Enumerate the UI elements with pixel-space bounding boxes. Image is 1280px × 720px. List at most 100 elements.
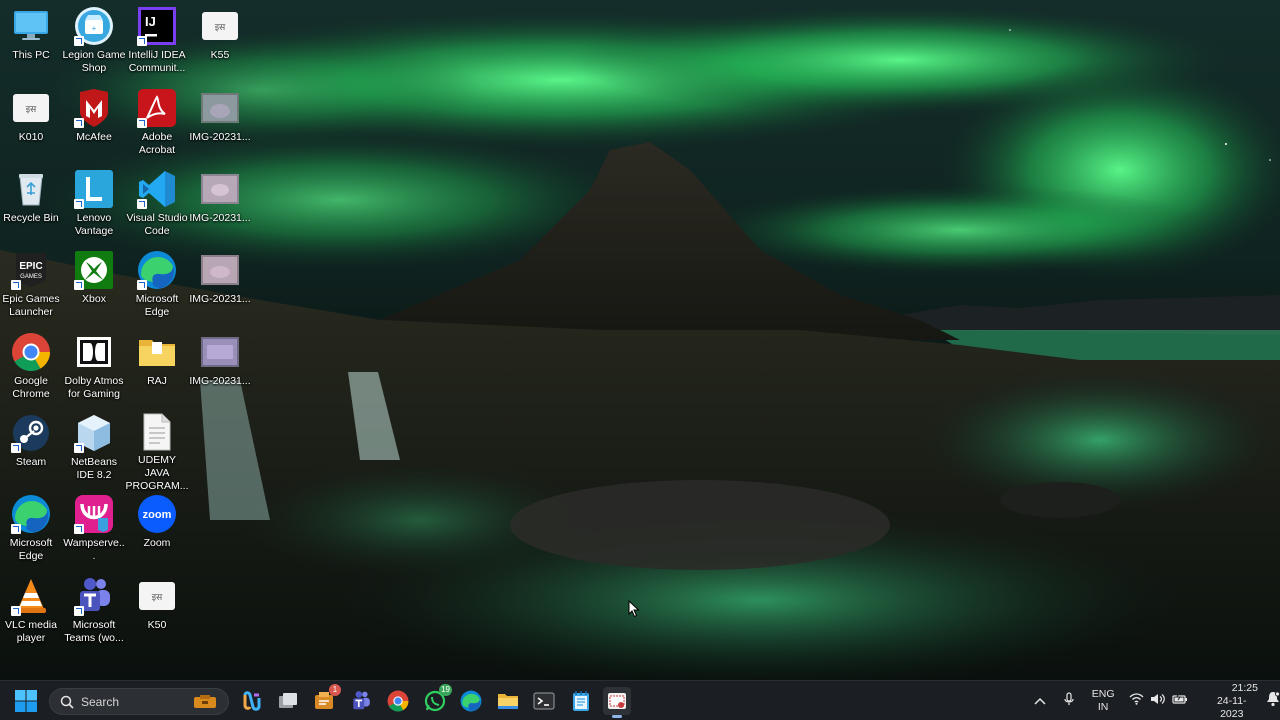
desktop-icon-label: IMG-20231... [189, 131, 251, 143]
desktop-icon-label: Zoom [143, 537, 171, 549]
taskbar-terminal[interactable] [530, 687, 558, 715]
teams-icon [74, 576, 114, 616]
taskbar-notepad[interactable] [567, 687, 595, 715]
svg-text:इस: इस [152, 593, 163, 603]
epic-games-icon: EPIC GAMES [11, 250, 51, 290]
notification-badge: 19 [439, 684, 452, 696]
desktop-icon-vlc[interactable]: VLC media player [0, 570, 62, 648]
desktop-icon-epic-games[interactable]: EPIC GAMES Epic Games Launcher [0, 244, 62, 322]
language-code: ENG [1091, 688, 1115, 700]
desktop-icon-img-1[interactable]: IMG-20231... [189, 82, 251, 160]
region-code: IN [1097, 701, 1109, 713]
shortcut-arrow-icon [137, 280, 147, 290]
shortcut-arrow-icon [74, 524, 84, 534]
shortcut-arrow-icon [74, 36, 84, 46]
desktop-icon-google-chrome[interactable]: Google Chrome [0, 326, 62, 404]
desktop-icon-label: Adobe Acrobat [138, 131, 176, 156]
terminal-icon [533, 692, 555, 710]
desktop-icon-label: NetBeans IDE 8.2 [70, 456, 118, 481]
svg-text:zoom: zoom [143, 509, 172, 521]
desktop-icon-k50[interactable]: इस K50 [126, 570, 188, 648]
desktop-icon-label: VLC media player [5, 619, 57, 644]
desktop-icon-k55[interactable]: इस K55 [189, 0, 251, 78]
desktop-icon-folder-raj[interactable]: RAJ [126, 326, 188, 404]
document-icon: इस [137, 576, 177, 616]
shortcut-arrow-icon [11, 443, 21, 453]
desktop-icon-this-pc[interactable]: This PC [0, 0, 62, 78]
desktop-icon-lenovo-vantage[interactable]: Lenovo Vantage [63, 163, 125, 241]
mouse-cursor-icon [628, 600, 640, 618]
search-highlight-icon [192, 694, 218, 715]
acrobat-icon [137, 88, 177, 128]
shortcut-arrow-icon [11, 280, 21, 290]
xbox-icon [74, 250, 114, 290]
desktop-icon-label: K55 [210, 49, 230, 61]
desktop-icon-img-2[interactable]: IMG-20231... [189, 163, 251, 241]
volume-icon[interactable] [1150, 692, 1166, 710]
desktop-icon-img-4[interactable]: IMG-20231... [189, 326, 251, 404]
show-hidden-icons-chevron-up-icon[interactable] [1034, 692, 1050, 710]
desktop-icon-intellij[interactable]: IJ IntelliJ IDEA Communit... [126, 0, 188, 78]
taskbar-snipping-tool[interactable] [603, 687, 631, 718]
desktop-icon-label: This PC [12, 49, 50, 61]
taskbar-search-box[interactable]: Search [49, 688, 229, 715]
svg-text:GAMES: GAMES [20, 274, 42, 280]
desktop-icon-adobe-acrobat[interactable]: Adobe Acrobat [126, 82, 188, 160]
search-label: Search [81, 694, 120, 709]
shortcut-arrow-icon [74, 199, 84, 209]
desktop-icon-wampserver[interactable]: Wampserve... [63, 488, 125, 566]
desktop-icon-label: K010 [18, 131, 44, 143]
desktop-icon-label: Recycle Bin [3, 212, 59, 224]
shortcut-arrow-icon [137, 199, 147, 209]
desktop-icon-microsoft-edge-2[interactable]: Microsoft Edge [126, 244, 188, 322]
notification-badge: 1 [329, 684, 341, 696]
desktop-icon-dolby-atmos[interactable]: Dolby Atmos for Gaming [63, 326, 125, 404]
desktop-icon-label: IntelliJ IDEA Communit... [128, 49, 186, 74]
search-icon [60, 695, 74, 709]
notification-bell-icon[interactable] [1266, 691, 1280, 712]
desktop-icon-netbeans[interactable]: NetBeans IDE 8.2 [63, 407, 125, 485]
desktop-icon-label: Dolby Atmos for Gaming [64, 375, 124, 400]
shortcut-arrow-icon [137, 118, 147, 128]
desktop-icon-label: K50 [147, 619, 167, 631]
taskbar-chrome[interactable] [384, 687, 412, 715]
lenovo-vantage-icon [74, 169, 114, 209]
taskbar-task-view[interactable] [274, 687, 302, 715]
desktop-icon-recycle-bin[interactable]: Recycle Bin [0, 163, 62, 241]
desktop-icon-microsoft-edge[interactable]: Microsoft Edge [0, 488, 62, 566]
desktop-icon-legion-game-shop[interactable]: + Legion Game Shop [62, 0, 126, 78]
desktop-icon-vscode[interactable]: Visual Studio Code [126, 163, 188, 241]
dolby-icon [74, 332, 114, 372]
desktop-icon-zoom[interactable]: zoom Zoom [126, 488, 188, 566]
desktop-icon-img-3[interactable]: IMG-20231... [189, 244, 251, 322]
shortcut-arrow-icon [74, 606, 84, 616]
desktop-icon-mcafee[interactable]: McAfee [63, 82, 125, 160]
taskbar-edge[interactable] [457, 687, 485, 715]
copilot-icon [243, 691, 261, 711]
taskbar-file-explorer[interactable] [494, 687, 522, 715]
taskbar-copilot[interactable] [238, 687, 266, 715]
image-thumbnail-icon [200, 169, 240, 209]
desktop-icon-k010[interactable]: इस K010 [0, 82, 62, 160]
taskbar-teams[interactable] [347, 687, 375, 715]
svg-text:EPIC: EPIC [19, 261, 42, 272]
clock[interactable]: 21:25 24-11-2023 [1206, 682, 1258, 720]
svg-text:IJ: IJ [145, 14, 156, 29]
taskbar-app-notifications[interactable]: 1 [310, 684, 341, 715]
language-indicator[interactable]: ENG IN [1092, 688, 1115, 714]
desktop-icon-steam[interactable]: Steam [0, 407, 62, 485]
microphone-icon[interactable] [1064, 691, 1078, 711]
clock-date: 24-11-2023 [1216, 694, 1247, 720]
desktop-icon-xbox[interactable]: Xbox [63, 244, 125, 322]
desktop-icon-grid: This PC इस K010 Recycle Bin EPIC GAMES Ep… [0, 0, 260, 680]
monitor-icon [11, 6, 51, 46]
edge-icon [11, 494, 51, 534]
desktop-icon-label: Lenovo Vantage [74, 212, 114, 237]
desktop-icon-microsoft-teams[interactable]: Microsoft Teams (wo... [63, 570, 125, 648]
start-button[interactable] [14, 689, 38, 713]
battery-charging-icon[interactable] [1171, 692, 1188, 710]
desktop-icon-udemy-java[interactable]: UDEMY JAVA PROGRAM... [125, 407, 189, 492]
wifi-icon[interactable] [1129, 692, 1144, 710]
shortcut-arrow-icon [74, 280, 84, 290]
taskbar-whatsapp[interactable]: 19 [421, 684, 452, 715]
